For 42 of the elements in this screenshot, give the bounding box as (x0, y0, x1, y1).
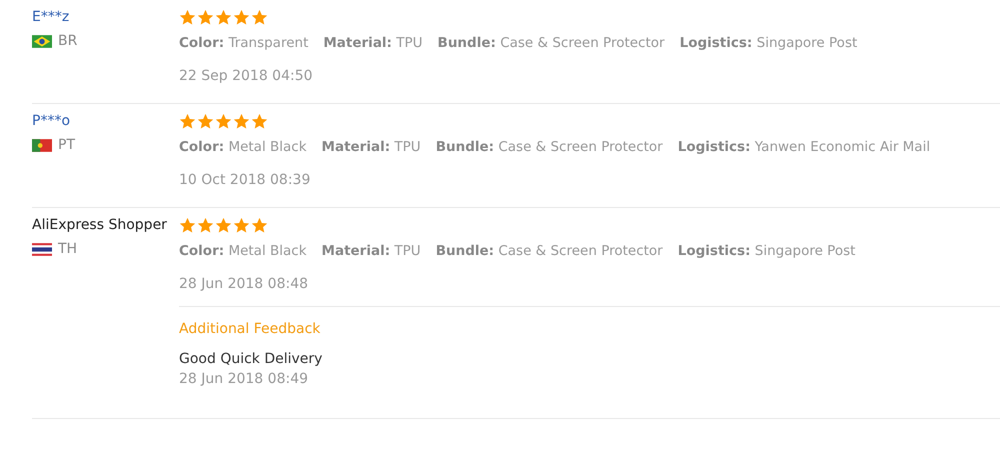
star-icon (197, 8, 214, 26)
country-code: TH (58, 241, 78, 257)
feedback-title: Additional Feedback (179, 320, 322, 339)
feedback-date: 28 Jun 2018 08:49 (179, 370, 310, 389)
flag-icon (32, 34, 52, 48)
review-date: 28 Jun 2018 08:48 (179, 275, 310, 294)
star-icon (215, 112, 232, 130)
star-icon (179, 112, 196, 130)
product-attribute: Color: Metal Black (179, 242, 307, 261)
flag-icon (32, 242, 52, 256)
product-attribute: Bundle: Case & Screen Protector (436, 242, 663, 261)
star-icon (179, 216, 196, 234)
product-attribute: Bundle: Case & Screen Protector (438, 34, 665, 53)
country-code: PT (58, 137, 75, 153)
product-attribute: Color: Transparent (179, 34, 308, 53)
product-attribute: Logistics: Singapore Post (678, 242, 856, 261)
star-icon (251, 216, 268, 234)
product-attribute: Logistics: Singapore Post (680, 34, 858, 53)
star-icon (251, 112, 268, 130)
star-icon (197, 216, 214, 234)
star-icon (233, 112, 250, 130)
product-attribute: Bundle: Case & Screen Protector (436, 138, 663, 157)
product-attribute: Material: TPU (322, 138, 421, 157)
reviewer-name[interactable]: P***o (32, 113, 70, 129)
flag-icon (32, 138, 52, 152)
product-attribute: Material: TPU (322, 242, 421, 261)
star-icon (251, 8, 268, 26)
country-code: BR (58, 33, 78, 49)
star-icon (233, 216, 250, 234)
product-attribute: Color: Metal Black (179, 138, 307, 157)
star-icon (215, 216, 232, 234)
feedback-text: Good Quick Delivery (179, 350, 324, 369)
reviewer-name[interactable]: E***z (32, 9, 70, 25)
review-date: 22 Sep 2018 04:50 (179, 67, 314, 86)
product-attribute: Material: TPU (323, 34, 423, 53)
product-attribute: Logistics: Yanwen Economic Air Mail (678, 138, 930, 157)
star-icon (197, 112, 214, 130)
star-icon (233, 8, 250, 26)
review-date: 10 Oct 2018 08:39 (179, 171, 312, 190)
reviewer-name: AliExpress Shopper (32, 217, 167, 233)
star-icon (179, 8, 196, 26)
star-icon (215, 8, 232, 26)
